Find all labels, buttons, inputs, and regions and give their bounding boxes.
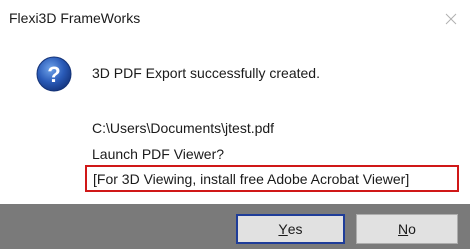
svg-text:?: ? — [47, 62, 60, 87]
window-title: Flexi3D FrameWorks — [9, 10, 141, 26]
highlight-box: [For 3D Viewing, install free Adobe Acro… — [85, 165, 459, 192]
close-icon — [445, 13, 457, 25]
message-line-prompt: Launch PDF Viewer? — [92, 146, 225, 162]
close-button[interactable] — [432, 0, 470, 38]
dialog-window: Flexi3D FrameWorks ? 3D PDF Export succe… — [0, 0, 470, 249]
no-button[interactable]: No — [356, 214, 458, 244]
title-bar[interactable]: Flexi3D FrameWorks — [0, 0, 470, 38]
yes-button[interactable]: Yes — [236, 214, 345, 244]
message-line-acrobat-note: [For 3D Viewing, install free Adobe Acro… — [93, 171, 410, 187]
no-mnemonic: N — [398, 221, 409, 237]
question-icon: ? — [36, 56, 72, 92]
message-line-path: C:\Users\Documents\jtest.pdf — [92, 120, 275, 136]
no-label-rest: o — [408, 221, 416, 237]
message-line-status: 3D PDF Export successfully created. — [92, 65, 320, 81]
yes-mnemonic: Y — [278, 221, 288, 237]
yes-label-rest: es — [287, 221, 303, 237]
